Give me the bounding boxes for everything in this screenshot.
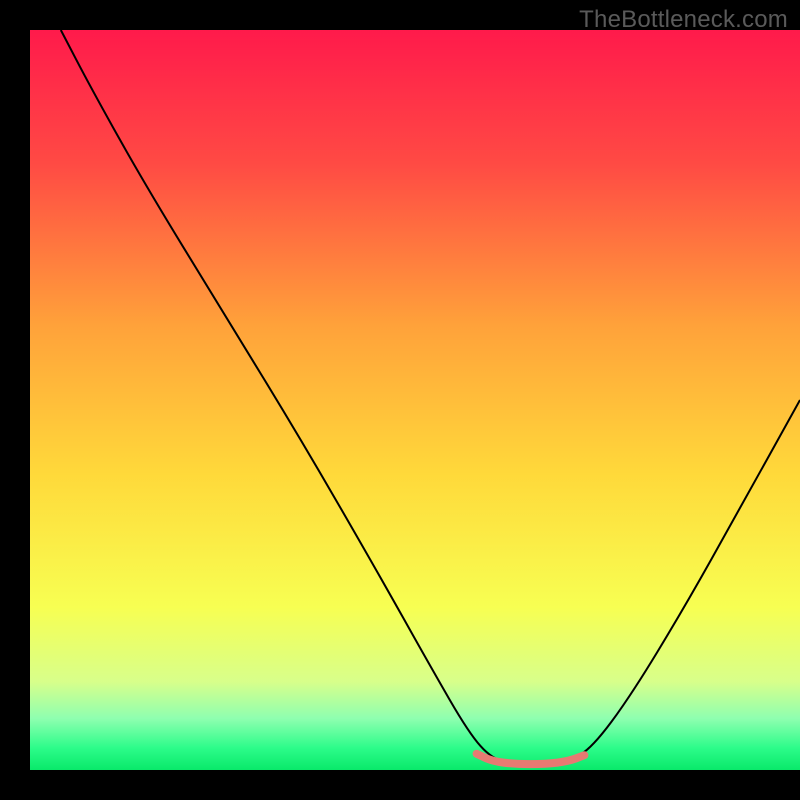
plot-background (30, 30, 800, 770)
watermark-text: TheBottleneck.com (579, 6, 788, 34)
chart-frame: TheBottleneck.com (0, 0, 800, 800)
bottleneck-chart (0, 0, 800, 800)
